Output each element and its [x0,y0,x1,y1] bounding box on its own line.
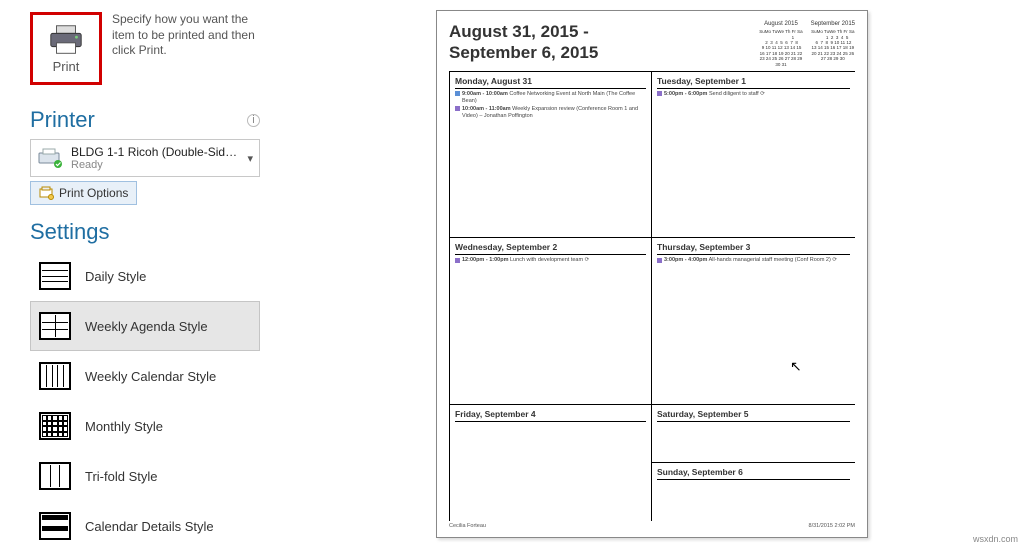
preview-footer: Cecilia Forteau 8/31/2015 2:02 PM [449,523,855,529]
print-button-label: Print [53,59,80,74]
printer-status: Ready [71,159,243,171]
style-weekly-calendar[interactable]: Weekly Calendar Style [30,351,260,401]
printer-name: BLDG 1-1 Ricoh (Double-Sid… [71,145,243,159]
printer-status-icon [37,147,65,169]
event: 9:00am - 10:00am Coffee Networking Event… [455,91,646,105]
style-monthly[interactable]: Monthly Style [30,401,260,451]
print-header-section: Print Specify how you want the item to b… [30,12,260,85]
style-weekly-agenda-icon [39,312,71,340]
minical-september: September 2015SuMo TuWe Th Fr Sa 1 2 3 4… [811,21,855,67]
style-calendar-details[interactable]: Calendar Details Style [30,501,260,551]
settings-section-title: Settings [30,219,260,245]
style-daily-icon [39,262,71,290]
style-trifold[interactable]: Tri-fold Style [30,451,260,501]
event: 10:00am - 11:00am Weekly Expansion revie… [455,106,646,120]
minical-august: August 2015SuMo TuWe Th Fr Sa 1 2 3 4 5 … [759,21,802,67]
cell-friday: Friday, September 4 [449,405,652,521]
cell-thursday: Thursday, September 3 3:00pm - 4:00pm Al… [652,238,855,405]
info-icon[interactable]: i [247,114,260,127]
printer-selector[interactable]: BLDG 1-1 Ricoh (Double-Sid… Ready ▾ [30,139,260,177]
printer-icon [47,23,85,57]
cell-weekend: Saturday, September 5 Sunday, September … [652,405,855,521]
print-options-icon [39,186,55,200]
style-calendar-details-icon [39,512,71,540]
preview-title: August 31, 2015 - September 6, 2015 [449,21,598,67]
print-button[interactable]: Print [30,12,102,85]
preview-page: August 31, 2015 - September 6, 2015 Augu… [436,10,868,538]
printer-section-title: Printer i [30,107,260,133]
settings-list: Daily Style Weekly Agenda Style Weekly C… [30,251,260,551]
style-trifold-icon [39,462,71,490]
print-settings-panel: Print Specify how you want the item to b… [0,0,280,548]
print-description: Specify how you want the item to be prin… [112,12,260,59]
chevron-down-icon: ▾ [247,152,253,165]
watermark: wsxdn.com [973,534,1018,544]
print-options-button[interactable]: Print Options [30,181,137,205]
event: 5:00pm - 6:00pm Send diligent to staff ⟳ [657,91,850,98]
cell-wednesday: Wednesday, September 2 12:00pm - 1:00pm … [449,238,652,405]
style-weekly-agenda[interactable]: Weekly Agenda Style [30,301,260,351]
cell-tuesday: Tuesday, September 1 5:00pm - 6:00pm Sen… [652,72,855,239]
event: 3:00pm - 4:00pm All-hands managerial sta… [657,257,850,264]
style-daily[interactable]: Daily Style [30,251,260,301]
cell-monday: Monday, August 31 9:00am - 10:00am Coffe… [449,72,652,239]
style-weekly-calendar-icon [39,362,71,390]
calendar-grid: Monday, August 31 9:00am - 10:00am Coffe… [449,71,855,521]
event: 12:00pm - 1:00pm Lunch with development … [455,257,646,264]
print-preview-area: ↖ August 31, 2015 - September 6, 2015 Au… [280,0,1024,548]
style-monthly-icon [39,412,71,440]
